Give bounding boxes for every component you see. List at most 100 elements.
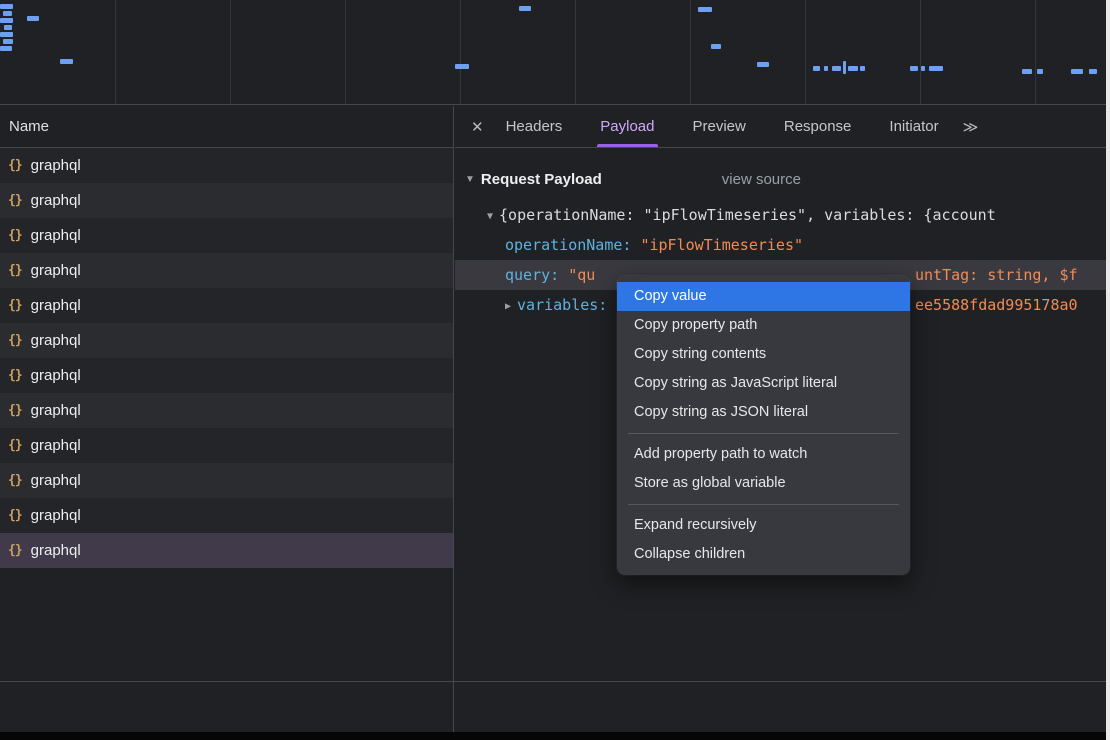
- menu-item-expand-recursively[interactable]: Expand recursively: [617, 511, 910, 540]
- property-value-continued: untTag: string, $f: [915, 260, 1078, 290]
- table-row[interactable]: {} graphql: [0, 533, 453, 568]
- waterfall-bar: [0, 4, 13, 9]
- requests-table: Name {} graphql {} graphql {} graphql {} graphq…: [0, 106, 454, 732]
- menu-item-copy-string-contents[interactable]: Copy string contents: [617, 340, 910, 369]
- table-row[interactable]: {}graphql: [0, 218, 453, 253]
- json-braces-icon: {}: [8, 368, 22, 383]
- column-header-label: Name: [9, 118, 49, 135]
- json-braces-icon: {}: [8, 403, 22, 418]
- request-name: graphql: [31, 367, 81, 384]
- detail-tabs: Headers Payload Preview Response Initiator: [506, 106, 939, 147]
- waterfall-bar: [848, 66, 858, 71]
- json-braces-icon: {}: [8, 438, 22, 453]
- request-name: graphql: [31, 192, 81, 209]
- table-row[interactable]: {}graphql: [0, 323, 453, 358]
- waterfall-bar: [1022, 69, 1032, 74]
- property-key: operationName:: [505, 236, 631, 254]
- expander-open-icon[interactable]: ▼: [465, 174, 475, 185]
- waterfall-bar: [711, 44, 721, 49]
- waterfall-bar: [843, 61, 846, 74]
- json-braces-icon: {}: [8, 333, 22, 348]
- menu-item-copy-string-as-json-literal[interactable]: Copy string as JSON literal: [617, 398, 910, 427]
- menu-item-collapse-children[interactable]: Collapse children: [617, 540, 910, 569]
- waterfall-bar: [4, 25, 12, 30]
- waterfall-bar: [3, 11, 12, 16]
- request-name: graphql: [31, 262, 81, 279]
- json-braces-icon: {}: [8, 473, 22, 488]
- waterfall-bar: [519, 6, 531, 11]
- tab-initiator[interactable]: Initiator: [889, 106, 938, 147]
- json-braces-icon: {}: [8, 298, 22, 313]
- json-braces-icon: {}: [8, 508, 22, 523]
- menu-separator: [628, 504, 899, 505]
- waterfall-bar: [813, 66, 820, 71]
- waterfall-bar: [0, 32, 13, 37]
- menu-item-add-property-path-to-watch[interactable]: Add property path to watch: [617, 440, 910, 469]
- table-row[interactable]: {} graphql: [0, 183, 453, 218]
- window-right-edge: [1106, 0, 1110, 740]
- table-row[interactable]: {} graphql: [0, 498, 453, 533]
- network-overview[interactable]: [0, 0, 1106, 105]
- section-title: Request Payload: [481, 171, 602, 188]
- json-braces-icon: {}: [8, 193, 22, 208]
- menu-item-copy-value[interactable]: Copy value: [617, 282, 910, 311]
- waterfall-bar: [455, 64, 469, 69]
- property-value: "ipFlowTimeseries": [640, 236, 803, 254]
- waterfall-bar: [757, 62, 769, 67]
- menu-item-copy-string-as-javascript-literal[interactable]: Copy string as JavaScript literal: [617, 369, 910, 398]
- tab-payload[interactable]: Payload: [600, 106, 654, 147]
- waterfall-bar: [929, 66, 943, 71]
- tab-headers[interactable]: Headers: [506, 106, 563, 147]
- menu-item-copy-property-path[interactable]: Copy property path: [617, 311, 910, 340]
- overview-gridline: [115, 0, 116, 104]
- property-value-continued: ee5588fdad995178a0: [915, 290, 1078, 320]
- property-key: query:: [505, 266, 559, 284]
- overview-gridline: [460, 0, 461, 104]
- property-value: "qu: [568, 266, 595, 284]
- waterfall-bar: [824, 66, 828, 71]
- table-row[interactable]: {}graphql: [0, 288, 453, 323]
- waterfall-bar: [921, 66, 925, 71]
- table-row[interactable]: {} graphql: [0, 148, 453, 183]
- table-row[interactable]: {}graphql: [0, 428, 453, 463]
- tree-row-operation-name[interactable]: operationName: "ipFlowTimeseries": [455, 230, 1110, 260]
- table-row[interactable]: {} graphql: [0, 358, 453, 393]
- more-tabs-icon[interactable]: ≫: [963, 118, 979, 136]
- property-key: variables:: [517, 296, 607, 314]
- waterfall-bar: [3, 39, 13, 44]
- overview-gridline: [1035, 0, 1036, 104]
- overview-gridline: [805, 0, 806, 104]
- request-payload-header: ▼ Request Payload view source: [455, 164, 1110, 194]
- close-icon[interactable]: ✕: [471, 118, 484, 136]
- waterfall-bar: [0, 46, 12, 51]
- request-name: graphql: [31, 402, 81, 419]
- waterfall-bar: [860, 66, 865, 71]
- waterfall-bar: [27, 16, 39, 21]
- view-source-link[interactable]: view source: [722, 171, 801, 188]
- json-braces-icon: {}: [8, 543, 22, 558]
- request-name: graphql: [31, 542, 81, 559]
- overview-gridline: [230, 0, 231, 104]
- tab-response[interactable]: Response: [784, 106, 852, 147]
- waterfall-bar: [1071, 69, 1083, 74]
- request-name: graphql: [31, 472, 81, 489]
- waterfall-bar: [698, 7, 712, 12]
- json-braces-icon: {}: [8, 158, 22, 173]
- overview-gridline: [345, 0, 346, 104]
- table-row[interactable]: {} graphql: [0, 393, 453, 428]
- waterfall-bar: [1037, 69, 1043, 74]
- menu-item-store-as-global-variable[interactable]: Store as global variable: [617, 469, 910, 498]
- tree-row-root[interactable]: ▼{operationName: "ipFlowTimeseries", var…: [455, 200, 1110, 230]
- table-row[interactable]: {} graphql: [0, 463, 453, 498]
- column-header-name[interactable]: Name: [0, 106, 453, 148]
- waterfall-bar: [832, 66, 841, 71]
- tab-preview[interactable]: Preview: [693, 106, 746, 147]
- table-row[interactable]: {}graphql: [0, 253, 453, 288]
- context-menu: Copy valueCopy property pathCopy string …: [617, 276, 910, 575]
- request-name: graphql: [31, 157, 81, 174]
- expander-closed-icon[interactable]: ▶: [505, 301, 511, 312]
- request-name: graphql: [31, 507, 81, 524]
- waterfall-bar: [1089, 69, 1097, 74]
- expander-open-icon[interactable]: ▼: [487, 211, 493, 222]
- menu-separator: [628, 433, 899, 434]
